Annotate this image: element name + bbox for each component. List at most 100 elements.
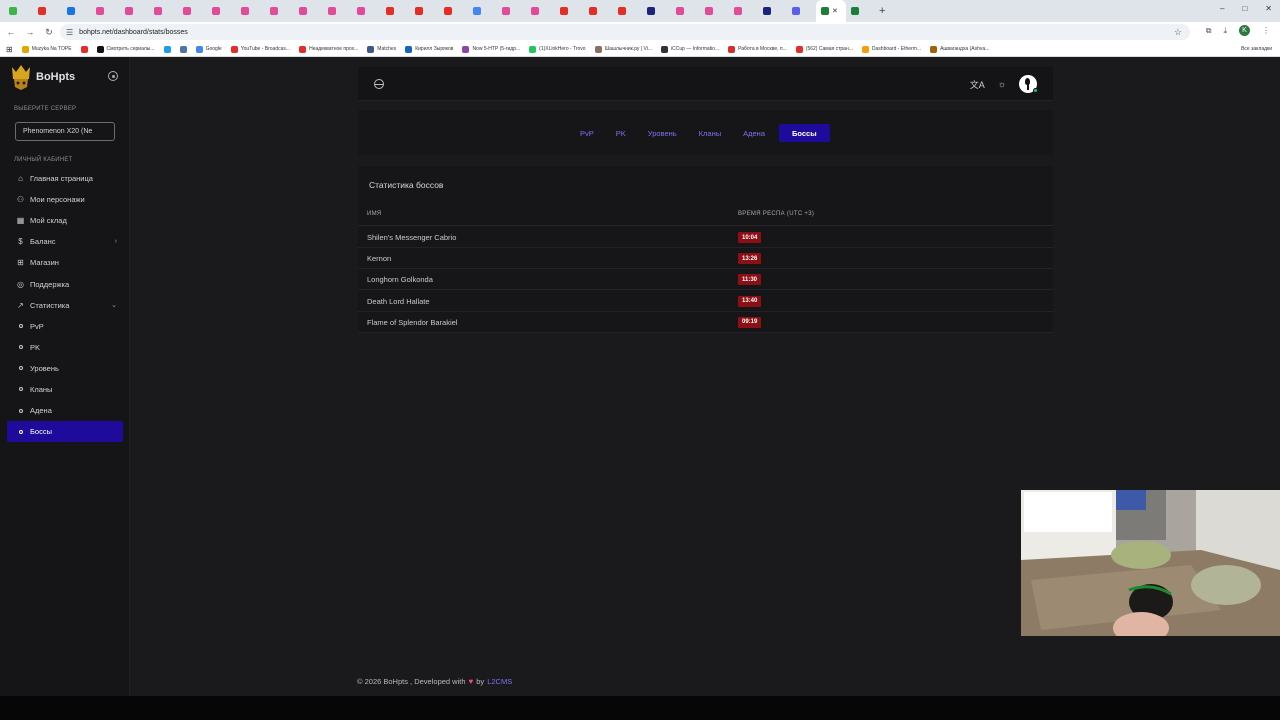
sidebar-item-users[interactable]: ⚇ Мои персонажи <box>7 189 123 210</box>
bookmark-item[interactable]: Ашвагандха (Ashva... <box>930 45 989 53</box>
sidebar-item-home[interactable]: ⌂ Главная страница <box>7 168 123 189</box>
browser-tab[interactable] <box>700 0 729 22</box>
sidebar-item-support[interactable]: ◎ Поддержка <box>7 273 123 294</box>
maximize-icon[interactable]: □ <box>1242 4 1247 13</box>
logo[interactable]: BoHpts <box>10 63 75 91</box>
bookmark-item[interactable]: (1)XLinkHero - Trovo <box>529 45 586 53</box>
bookmark-item[interactable] <box>179 45 187 53</box>
browser-tab[interactable] <box>642 0 671 22</box>
bookmark-item[interactable]: Google <box>195 45 222 53</box>
downloads-icon[interactable]: ⤓ <box>1223 26 1227 36</box>
bookmark-item[interactable]: iCCup — Informatio... <box>661 45 719 53</box>
browser-tab[interactable] <box>91 0 120 22</box>
close-tab-icon[interactable]: ✕ <box>832 7 838 15</box>
browser-tab[interactable] <box>555 0 584 22</box>
browser-tab[interactable] <box>526 0 555 22</box>
menu-icon[interactable]: ⋮ <box>1262 26 1270 35</box>
sidebar-subitem[interactable]: Кланы <box>7 379 123 400</box>
bookmark-star-icon[interactable]: ☆ <box>1174 27 1182 38</box>
browser-tab[interactable] <box>439 0 468 22</box>
sidebar-subitem[interactable]: Боссы <box>7 421 123 443</box>
sidebar-item-coin[interactable]: $ Баланс › <box>7 231 123 252</box>
bookmark-item[interactable]: Matches <box>367 45 396 53</box>
sidebar-subitem[interactable]: PvP <box>7 316 123 337</box>
stats-tab[interactable]: PvP <box>572 124 602 142</box>
stats-tab[interactable]: Адена <box>735 124 773 142</box>
bookmark-item[interactable]: (562) Самая стран... <box>795 45 853 53</box>
browser-tab[interactable] <box>352 0 381 22</box>
profile-avatar[interactable]: K <box>1239 25 1250 36</box>
bookmark-item[interactable]: Смотреть сериалы... <box>96 45 155 53</box>
browser-tab[interactable]: ✕ <box>816 0 846 22</box>
browser-tab[interactable] <box>671 0 700 22</box>
tab-favicon-icon <box>270 7 278 15</box>
browser-tab[interactable] <box>120 0 149 22</box>
server-select[interactable]: Phenomenon X20 (Ne <box>15 122 115 141</box>
theme-toggle-icon[interactable]: ☼ <box>998 79 1006 89</box>
sidebar-subitem[interactable]: Адена <box>7 400 123 421</box>
close-window-icon[interactable]: ✕ <box>1265 4 1272 13</box>
browser-tab[interactable] <box>265 0 294 22</box>
browser-tab[interactable] <box>62 0 91 22</box>
browser-tab[interactable] <box>236 0 265 22</box>
bookmark-item[interactable]: Muzyka Na TOPE <box>21 45 72 53</box>
new-tab-icon[interactable]: + <box>879 5 885 17</box>
cabinet-section-label: ЛИЧНЫЙ КАБИНЕТ <box>14 157 73 163</box>
stats-tab[interactable]: Кланы <box>691 124 729 142</box>
extensions-icon[interactable]: ⧉ <box>1206 26 1212 36</box>
bookmark-item[interactable]: Now 5-HTP (5-гидр... <box>462 45 520 53</box>
browser-tab[interactable] <box>846 0 875 22</box>
address-bar[interactable]: ☰ bohpts.net/dashboard/stats/bosses ☆ <box>60 24 1190 40</box>
translate-icon[interactable]: 文A <box>970 78 985 91</box>
browser-tab[interactable] <box>729 0 758 22</box>
browser-tab[interactable] <box>584 0 613 22</box>
stats-tab[interactable]: PK <box>608 124 634 142</box>
sidebar-item-chart[interactable]: ↗ Статистика ⌄ <box>7 295 123 316</box>
browser-tab[interactable] <box>410 0 439 22</box>
browser-tab[interactable] <box>468 0 497 22</box>
forward-icon[interactable]: → <box>22 27 38 37</box>
browser-tab[interactable] <box>149 0 178 22</box>
user-avatar[interactable] <box>1019 75 1038 93</box>
site-info-icon[interactable]: ☰ <box>66 28 73 37</box>
browser-tab[interactable] <box>787 0 816 22</box>
browser-tab[interactable] <box>178 0 207 22</box>
sidebar-item-shop[interactable]: ⊞ Магазин <box>7 252 123 273</box>
sidebar-subitem-label: Уровень <box>30 363 59 373</box>
globe-icon[interactable] <box>374 79 384 89</box>
webcam-overlay <box>1021 490 1280 636</box>
bookmark-favicon-icon <box>96 45 104 53</box>
apps-icon[interactable]: ⊞ <box>6 45 13 54</box>
browser-tab[interactable] <box>4 0 33 22</box>
browser-tab[interactable] <box>381 0 410 22</box>
browser-tab[interactable] <box>33 0 62 22</box>
bullet <box>16 364 25 373</box>
bookmark-item[interactable]: Dashboard - Etherm... <box>861 45 921 53</box>
stats-tab[interactable]: Уровень <box>640 124 685 142</box>
sidebar-subitem[interactable]: PK <box>7 337 123 358</box>
logo-text: BoHpts <box>36 71 76 83</box>
bookmark-item[interactable]: Кирилл Зыряков <box>405 45 454 53</box>
bookmark-item[interactable]: YouTube - Broadcas... <box>230 45 290 53</box>
bookmark-item[interactable]: Работа в Москве, п... <box>728 45 787 53</box>
bookmark-item[interactable]: Неадекватное прох... <box>299 45 358 53</box>
browser-tab[interactable] <box>323 0 352 22</box>
sidebar-item-warehouse[interactable]: ▦ Мой склад <box>7 210 123 231</box>
bookmark-label: Кирилл Зыряков <box>415 46 454 52</box>
collapse-sidebar-icon[interactable] <box>108 71 118 81</box>
browser-tab[interactable] <box>758 0 787 22</box>
browser-tab[interactable] <box>294 0 323 22</box>
browser-tab[interactable] <box>207 0 236 22</box>
reload-icon[interactable]: ↻ <box>41 27 57 38</box>
browser-tab[interactable] <box>613 0 642 22</box>
footer-cms-link[interactable]: L2CMS <box>487 677 512 686</box>
browser-tab[interactable] <box>497 0 526 22</box>
minimize-icon[interactable]: – <box>1220 4 1224 13</box>
sidebar-subitem[interactable]: Уровень <box>7 358 123 379</box>
bookmark-item[interactable] <box>80 45 88 53</box>
stats-tab[interactable]: Боссы <box>779 124 830 142</box>
bookmark-item[interactable]: Шашлычник.ру | Vi... <box>594 45 652 53</box>
bookmark-item[interactable] <box>163 45 171 53</box>
all-bookmarks-button[interactable]: Все закладки <box>1241 46 1272 52</box>
back-icon[interactable]: ← <box>3 27 19 37</box>
